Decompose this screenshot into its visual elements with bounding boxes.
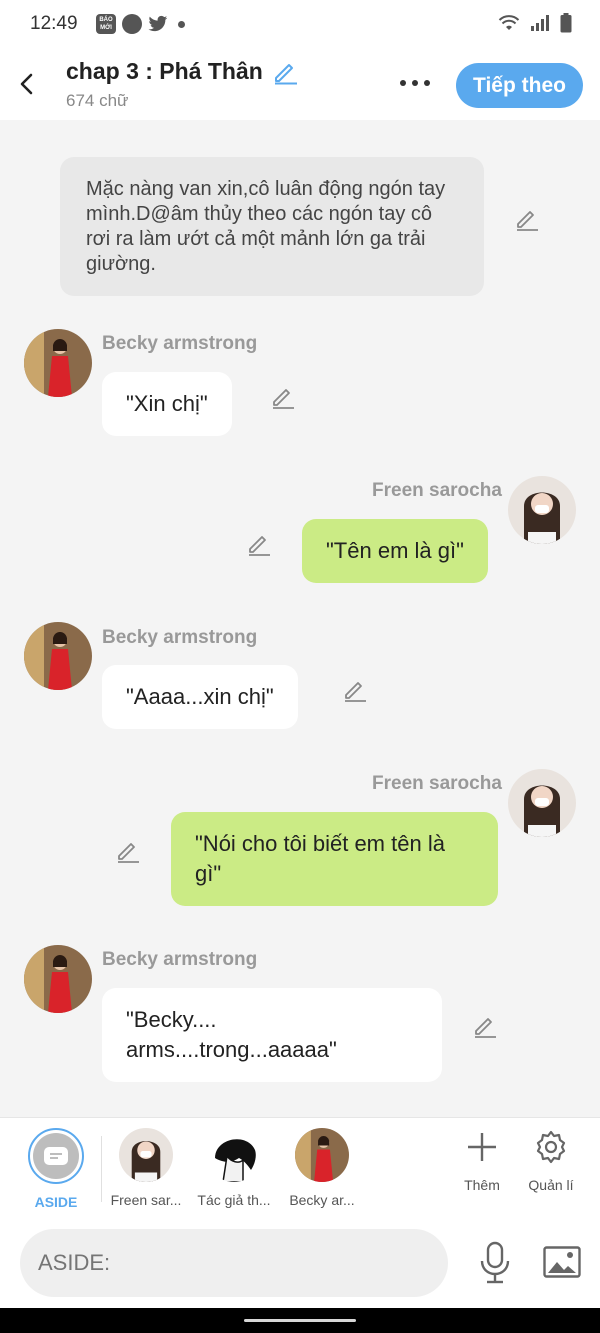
message-bubble[interactable]: "Becky.... arms....trong...aaaaa" xyxy=(102,988,442,1082)
freen-avatar-small xyxy=(119,1128,173,1182)
edit-message-icon[interactable] xyxy=(246,531,272,557)
edit-message-icon[interactable] xyxy=(115,838,141,864)
add-label: Thêm xyxy=(464,1177,500,1193)
sender-name: Becky armstrong xyxy=(102,949,258,970)
manage-label: Quản lí xyxy=(528,1177,574,1193)
twitter-icon xyxy=(148,15,168,32)
avatar-becky[interactable] xyxy=(24,945,92,1013)
avatar-freen[interactable] xyxy=(508,476,576,544)
edit-message-icon[interactable] xyxy=(342,677,368,703)
aside-selected-ring xyxy=(28,1128,84,1184)
wifi-icon xyxy=(498,15,520,30)
battery-icon xyxy=(560,13,572,33)
news-app-icon: BÁO MỚI xyxy=(96,14,116,34)
back-arrow-icon[interactable] xyxy=(14,70,42,98)
character-author[interactable]: Tác giả th... xyxy=(194,1128,274,1208)
message-bubble[interactable]: "Aaaa...xin chị" xyxy=(102,665,298,729)
freen-avatar-image xyxy=(508,476,576,544)
add-character-button[interactable]: Thêm xyxy=(458,1130,506,1193)
more-options-icon[interactable] xyxy=(400,80,430,86)
sender-name: Freen sarocha xyxy=(372,480,502,501)
character-label: Tác giả th... xyxy=(197,1192,271,1208)
becky-avatar-small xyxy=(295,1128,349,1182)
message-bubble[interactable]: "Tên em là gì" xyxy=(302,519,488,583)
message-input[interactable] xyxy=(20,1229,448,1297)
character-selector-bar: ASIDE Freen sar... Tác giả th... Becky a… xyxy=(0,1117,600,1220)
author-avatar-small xyxy=(207,1128,261,1182)
title-block: chap 3 : Phá Thân 674 chữ xyxy=(66,58,299,111)
edit-title-icon[interactable] xyxy=(271,59,299,85)
image-icon[interactable] xyxy=(543,1246,581,1278)
bar-divider xyxy=(101,1136,102,1202)
edit-message-icon[interactable] xyxy=(472,1013,498,1039)
system-navigation-bar xyxy=(0,1308,600,1333)
message-bubble[interactable]: "Xin chị" xyxy=(102,372,232,436)
sender-name: Becky armstrong xyxy=(102,333,258,354)
avatar-becky[interactable] xyxy=(24,329,92,397)
next-chapter-button[interactable]: Tiếp theo xyxy=(456,63,583,108)
word-count: 674 chữ xyxy=(66,91,129,110)
becky-avatar-image xyxy=(24,945,92,1013)
becky-avatar-image xyxy=(24,622,92,690)
sender-name: Becky armstrong xyxy=(102,627,258,648)
chapter-header: chap 3 : Phá Thân 674 chữ Tiếp theo xyxy=(0,50,600,120)
status-time: 12:49 xyxy=(30,13,78,34)
edit-narration-icon[interactable] xyxy=(514,206,540,232)
character-freen[interactable]: Freen sar... xyxy=(106,1128,186,1208)
microphone-icon[interactable] xyxy=(478,1241,512,1285)
character-becky[interactable]: Becky ar... xyxy=(282,1128,362,1208)
message-composer xyxy=(0,1220,600,1308)
status-system-icons xyxy=(498,13,572,33)
manage-characters-button[interactable]: Quản lí xyxy=(524,1130,578,1193)
character-label: Freen sar... xyxy=(110,1192,182,1208)
chapter-title-text: chap 3 : Phá Thân xyxy=(66,58,263,84)
plus-icon xyxy=(468,1133,496,1161)
edit-message-icon[interactable] xyxy=(270,384,296,410)
avatar-freen[interactable] xyxy=(508,769,576,837)
avatar-becky[interactable] xyxy=(24,622,92,690)
aside-icon xyxy=(33,1133,79,1179)
chapter-title[interactable]: chap 3 : Phá Thân xyxy=(66,58,299,85)
home-gesture-pill[interactable] xyxy=(244,1319,356,1322)
character-aside[interactable]: ASIDE xyxy=(22,1128,90,1210)
status-bar: 12:49 BÁO MỚI xyxy=(0,0,600,50)
status-notification-icons: BÁO MỚI xyxy=(96,14,185,34)
message-bubble[interactable]: "Nói cho tôi biết em tên là gì" xyxy=(171,812,498,906)
signal-icon xyxy=(531,15,549,31)
freen-avatar-image xyxy=(508,769,576,837)
gear-icon xyxy=(536,1130,566,1164)
character-label: ASIDE xyxy=(34,1194,78,1210)
becky-avatar-image xyxy=(24,329,92,397)
browser-icon xyxy=(122,14,142,34)
sender-name: Freen sarocha xyxy=(372,773,502,794)
notification-dot xyxy=(178,20,185,28)
character-label: Becky ar... xyxy=(289,1192,355,1208)
narration-block[interactable]: Mặc nàng van xin,cô luân động ngón tay m… xyxy=(60,157,484,296)
